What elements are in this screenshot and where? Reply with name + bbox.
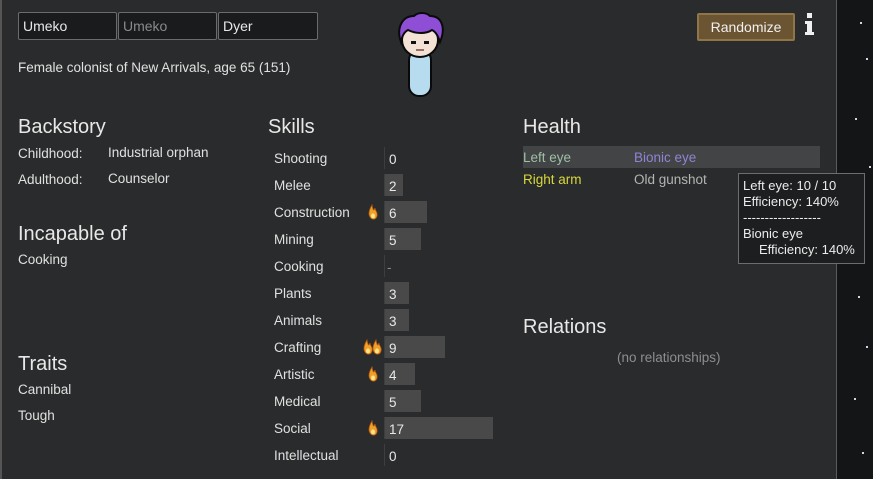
- star: [855, 118, 857, 120]
- star: [862, 452, 864, 454]
- last-name-field[interactable]: [218, 12, 318, 40]
- relations-title: Relations: [523, 316, 607, 338]
- childhood-label: Childhood:: [18, 146, 83, 161]
- skill-level: -: [387, 260, 392, 275]
- minor-passion-icon: [368, 365, 378, 382]
- skill-level: 9: [389, 341, 397, 356]
- skills-title: Skills: [268, 116, 315, 138]
- skill-label[interactable]: Cooking: [274, 259, 324, 274]
- major-passion-icon: [363, 338, 382, 355]
- star: [860, 22, 862, 24]
- health-title: Health: [523, 116, 581, 138]
- traits-title: Traits: [18, 353, 68, 375]
- colonist-description: Female colonist of New Arrivals, age 65 …: [18, 60, 291, 75]
- info-icon[interactable]: [800, 10, 818, 38]
- health-row-condition[interactable]: Old gunshot: [634, 172, 707, 187]
- skill-label[interactable]: Mining: [274, 232, 314, 247]
- trait-item[interactable]: Tough: [18, 408, 55, 423]
- skill-level: 5: [389, 233, 397, 248]
- skill-label[interactable]: Social: [274, 421, 311, 436]
- skill-bar-track: [384, 444, 385, 466]
- minor-passion-icon: [368, 203, 378, 220]
- skill-level: 3: [389, 287, 397, 302]
- skill-label[interactable]: Crafting: [274, 340, 321, 355]
- skill-level: 0: [389, 449, 397, 464]
- tooltip-line: ------------------: [743, 210, 821, 225]
- skill-level: 17: [389, 422, 405, 437]
- star: [866, 58, 868, 60]
- incapable-title: Incapable of: [18, 223, 127, 245]
- star: [869, 166, 871, 168]
- skill-bar-track: [384, 255, 385, 277]
- health-row-condition[interactable]: Bionic eye: [634, 150, 696, 165]
- tooltip-line: Bionic eye: [743, 226, 803, 241]
- skill-label[interactable]: Medical: [274, 394, 321, 409]
- tooltip-line: Efficiency: 140%: [743, 194, 839, 209]
- skill-label[interactable]: Artistic: [274, 367, 315, 382]
- star: [854, 398, 856, 400]
- skill-level: 5: [389, 395, 397, 410]
- skill-level: 4: [389, 368, 397, 383]
- skill-label[interactable]: Shooting: [274, 151, 327, 166]
- adulthood-label: Adulthood:: [18, 172, 83, 187]
- skill-label[interactable]: Intellectual: [274, 448, 339, 463]
- skill-label[interactable]: Construction: [274, 205, 350, 220]
- randomize-button[interactable]: Randomize: [697, 13, 795, 41]
- trait-item[interactable]: Cannibal: [18, 382, 71, 397]
- first-name-field[interactable]: [18, 12, 117, 40]
- tooltip-line: Left eye: 10 / 10: [743, 178, 837, 193]
- health-tooltip: Left eye: 10 / 10 Efficiency: 140% -----…: [738, 173, 865, 264]
- adulthood-value[interactable]: Counselor: [108, 171, 170, 186]
- backstory-title: Backstory: [18, 116, 106, 138]
- panel-left-edge: [0, 0, 2, 479]
- skill-label[interactable]: Plants: [274, 286, 312, 301]
- skill-bar-track: [384, 147, 385, 169]
- nickname-field[interactable]: [118, 12, 217, 40]
- skill-label[interactable]: Melee: [274, 178, 311, 193]
- skill-label[interactable]: Animals: [274, 313, 322, 328]
- health-row-part[interactable]: Right arm: [523, 172, 582, 187]
- childhood-value[interactable]: Industrial orphan: [108, 145, 209, 160]
- star: [866, 346, 868, 348]
- skill-level: 2: [389, 179, 397, 194]
- colonist-portrait: [398, 12, 444, 97]
- incapable-item: Cooking: [18, 252, 68, 267]
- relations-empty-text: (no relationships): [617, 350, 721, 365]
- tooltip-line: Efficiency: 140%: [759, 242, 855, 257]
- skill-level: 3: [389, 314, 397, 329]
- minor-passion-icon: [368, 419, 378, 436]
- health-row-part[interactable]: Left eye: [523, 150, 571, 165]
- star: [858, 296, 860, 298]
- skill-level: 0: [389, 152, 397, 167]
- skill-level: 6: [389, 206, 397, 221]
